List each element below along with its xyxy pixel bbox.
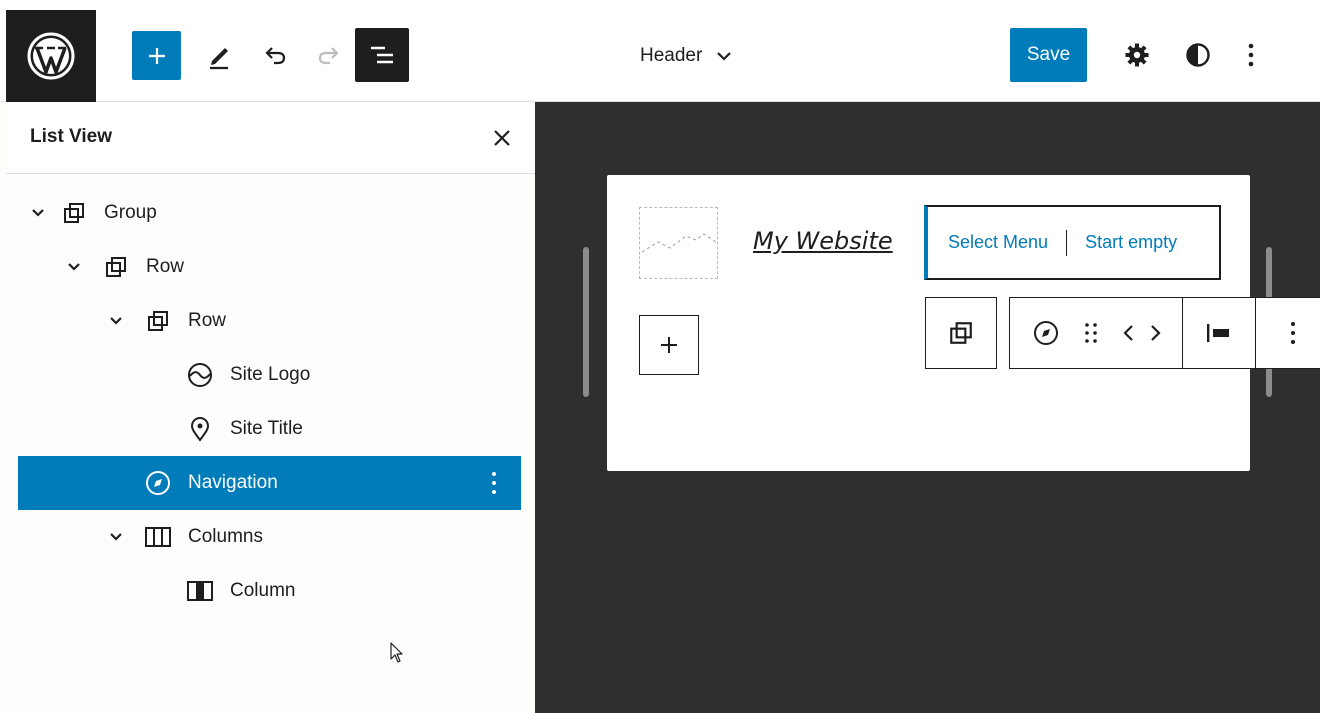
styles-button[interactable] bbox=[1178, 34, 1218, 76]
block-options-button[interactable] bbox=[1278, 298, 1308, 368]
navigation-placeholder[interactable]: Select Menu Start empty bbox=[924, 205, 1221, 280]
block-toolbar bbox=[1009, 297, 1320, 369]
plus-icon bbox=[148, 47, 165, 64]
start-empty-button[interactable]: Start empty bbox=[1085, 232, 1177, 253]
mouse-cursor-icon bbox=[390, 642, 403, 663]
list-view-item-site-title[interactable]: Site Title bbox=[18, 402, 521, 456]
more-vertical-icon bbox=[1291, 322, 1295, 344]
list-view-item-label: Column bbox=[230, 580, 296, 601]
options-button[interactable] bbox=[1234, 34, 1268, 76]
list-view-item-columns[interactable]: Columns bbox=[18, 510, 521, 564]
compass-icon bbox=[144, 469, 172, 497]
columns-icon bbox=[144, 523, 172, 551]
list-view-item-group[interactable]: Group bbox=[18, 186, 521, 240]
save-button[interactable]: Save bbox=[1010, 28, 1087, 82]
chevron-down-icon bbox=[717, 52, 732, 61]
undo-button[interactable] bbox=[252, 31, 298, 80]
editor-canvas: My Website Select Menu Start empty bbox=[535, 102, 1320, 713]
left-resize-handle[interactable] bbox=[583, 247, 589, 397]
site-logo-icon bbox=[186, 361, 214, 389]
list-view-item-row[interactable]: Row bbox=[18, 294, 521, 348]
group-icon bbox=[60, 199, 88, 227]
chevron-left-icon bbox=[1123, 325, 1133, 341]
block-appender-button[interactable] bbox=[639, 315, 699, 375]
move-right-button[interactable] bbox=[1142, 298, 1168, 368]
redo-button[interactable] bbox=[306, 31, 352, 80]
select-menu-button[interactable]: Select Menu bbox=[948, 232, 1048, 253]
list-view-item-navigation[interactable]: Navigation bbox=[18, 456, 521, 510]
editor-header: Header Save bbox=[0, 0, 1320, 102]
gear-icon bbox=[1125, 43, 1149, 67]
item-options-button[interactable] bbox=[482, 466, 506, 500]
site-logo-placeholder[interactable] bbox=[639, 207, 718, 279]
close-list-view-button[interactable] bbox=[486, 122, 518, 154]
logo-placeholder-icon bbox=[641, 233, 717, 253]
list-view-item-site-logo[interactable]: Site Logo bbox=[18, 348, 521, 402]
list-view-item-label: Row bbox=[188, 310, 227, 331]
list-view-icon bbox=[371, 46, 393, 64]
chevron-right-icon bbox=[1151, 325, 1161, 341]
drag-handle-icon bbox=[1085, 323, 1097, 343]
contrast-icon bbox=[1186, 43, 1210, 67]
toolbar-divider bbox=[1182, 298, 1183, 368]
list-view-toggle-button[interactable] bbox=[355, 28, 409, 82]
list-view-title: List View bbox=[30, 126, 113, 147]
pencil-icon bbox=[210, 47, 228, 69]
chevron-down-icon[interactable] bbox=[106, 527, 126, 547]
column-icon bbox=[186, 577, 214, 605]
toolbar-divider bbox=[1255, 298, 1256, 368]
block-inserter-button[interactable] bbox=[132, 31, 181, 80]
group-icon bbox=[950, 322, 972, 344]
map-marker-icon bbox=[186, 415, 214, 443]
move-left-button[interactable] bbox=[1116, 298, 1142, 368]
list-view-item-row[interactable]: Row bbox=[18, 240, 521, 294]
drag-handle[interactable] bbox=[1078, 298, 1104, 368]
undo-icon bbox=[265, 46, 286, 64]
compass-icon bbox=[1034, 321, 1058, 345]
row-icon bbox=[144, 307, 172, 335]
list-view-item-label: Site Logo bbox=[230, 364, 311, 385]
row-icon bbox=[102, 253, 130, 281]
site-title[interactable]: My Website bbox=[753, 227, 893, 255]
select-parent-block-button[interactable] bbox=[925, 297, 997, 369]
wordpress-logo-icon[interactable] bbox=[6, 10, 96, 102]
chevron-down-icon[interactable] bbox=[106, 311, 126, 331]
justify-left-icon bbox=[1207, 324, 1229, 342]
list-view-item-column[interactable]: Column bbox=[18, 564, 521, 618]
plus-icon bbox=[661, 337, 677, 353]
list-view-panel: List View Group Row Row Site Logo Site T… bbox=[0, 102, 535, 713]
document-title-dropdown[interactable]: Header bbox=[640, 38, 734, 74]
more-vertical-icon bbox=[1248, 43, 1254, 67]
more-vertical-icon bbox=[492, 472, 496, 494]
chevron-down-icon[interactable] bbox=[28, 203, 48, 223]
chevron-down-icon[interactable] bbox=[64, 257, 84, 277]
document-title: Header bbox=[640, 45, 703, 66]
list-view-item-label: Columns bbox=[188, 526, 263, 547]
redo-icon bbox=[318, 46, 339, 64]
list-view-header: List View bbox=[6, 102, 535, 174]
list-view-item-label: Group bbox=[104, 202, 157, 223]
list-view-item-label: Site Title bbox=[230, 418, 303, 439]
tools-button[interactable] bbox=[196, 31, 242, 80]
justification-button[interactable] bbox=[1194, 298, 1244, 368]
close-icon bbox=[494, 130, 510, 146]
divider bbox=[1066, 229, 1068, 256]
list-view-item-label: Navigation bbox=[188, 472, 278, 493]
settings-button[interactable] bbox=[1117, 34, 1157, 76]
list-view-item-label: Row bbox=[146, 256, 185, 277]
block-type-button[interactable] bbox=[1024, 298, 1068, 368]
